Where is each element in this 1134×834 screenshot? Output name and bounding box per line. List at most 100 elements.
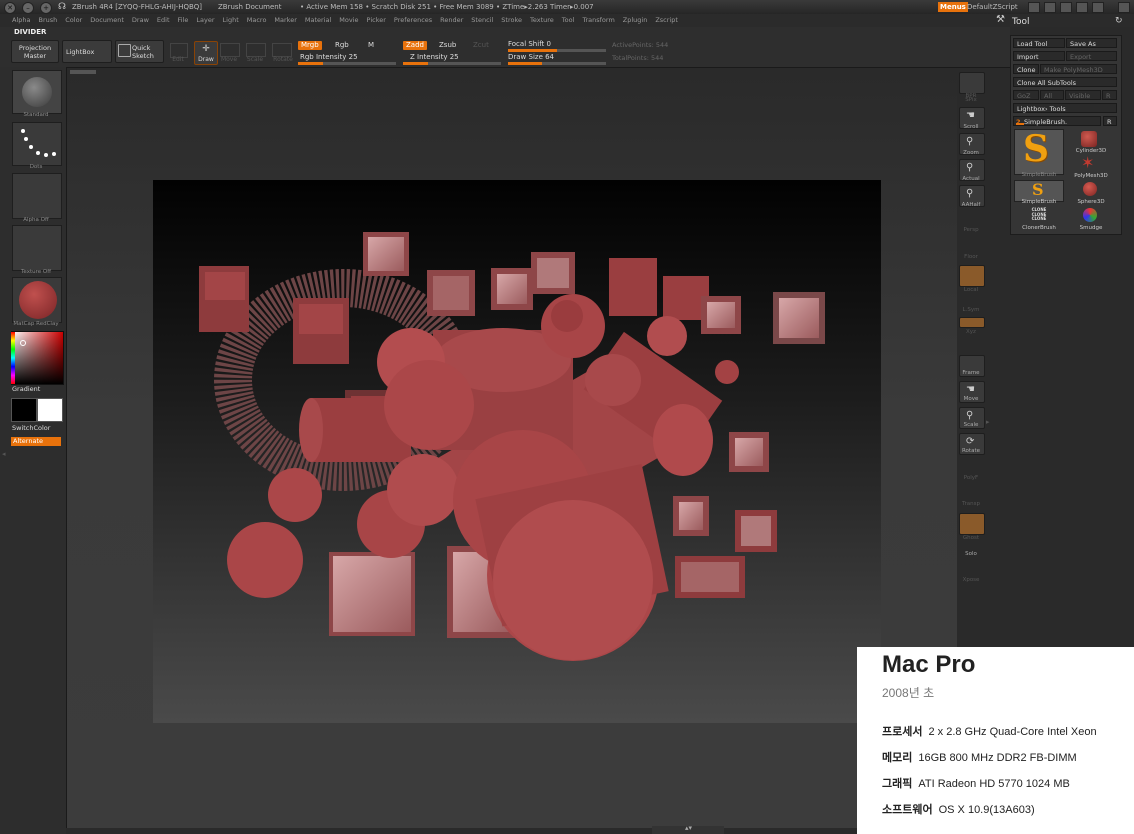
menu-render[interactable]: Render <box>440 16 463 24</box>
palette-icon[interactable] <box>1044 2 1056 13</box>
ghost-button[interactable] <box>959 513 985 535</box>
bpr-button[interactable] <box>959 72 985 94</box>
clonerbrush-icon[interactable]: CLONE CLONE CLONE <box>1027 207 1051 222</box>
mrgb-button[interactable]: Mrgb <box>298 41 322 50</box>
menu-light[interactable]: Light <box>223 16 239 24</box>
make-polymesh-button[interactable]: Make PolyMesh3D <box>1040 64 1117 74</box>
left-tray-toggle-icon[interactable]: ◂ <box>2 450 6 458</box>
menu-file[interactable]: File <box>178 16 189 24</box>
load-tool-button[interactable]: Load Tool <box>1013 38 1065 48</box>
zcut-button[interactable]: Zcut <box>470 41 492 50</box>
z-intensity-slider[interactable] <box>403 62 501 65</box>
projection-master-button[interactable]: Projection Master <box>11 40 59 63</box>
transp-label[interactable]: Transp <box>956 501 986 507</box>
tool-item-simplebrush-large[interactable]: S <box>1014 128 1064 175</box>
goz-r-button[interactable]: R <box>1102 90 1117 100</box>
lightbox-tools-button[interactable]: Lightbox› Tools <box>1013 103 1117 113</box>
visible-button[interactable]: Visible <box>1065 90 1101 100</box>
draw-button[interactable]: ✛ Draw <box>194 41 218 65</box>
rgb-button[interactable]: Rgb <box>332 41 352 50</box>
hue-strip[interactable] <box>11 332 15 384</box>
document-scroll-handle[interactable] <box>70 70 96 74</box>
default-zscript-button[interactable]: DefaultZScript <box>967 0 1018 14</box>
smudge-icon[interactable] <box>1083 208 1097 222</box>
persp-label[interactable]: Persp <box>956 227 986 233</box>
focal-shift-slider[interactable] <box>508 49 606 52</box>
rgb-intensity-slider[interactable] <box>298 62 396 65</box>
menu-macro[interactable]: Macro <box>247 16 267 24</box>
right-tray-toggle-icon[interactable]: ▸ <box>986 418 990 426</box>
menu-transform[interactable]: Transform <box>582 16 614 24</box>
bottom-tray-toggle[interactable]: ▴▾ <box>652 824 724 834</box>
secondary-color-swatch[interactable] <box>37 398 63 422</box>
color-picker[interactable] <box>11 331 64 385</box>
rotate-icon[interactable] <box>272 43 292 57</box>
alternate-button[interactable]: Alternate <box>11 437 61 446</box>
save-as-button[interactable]: Save As <box>1066 38 1117 48</box>
menu-material[interactable]: Material <box>305 16 331 24</box>
menu-document[interactable]: Document <box>90 16 124 24</box>
minimize-icon[interactable] <box>1076 2 1088 13</box>
floor-label[interactable]: Floor <box>956 254 986 260</box>
sphere3d-icon[interactable] <box>1083 182 1097 196</box>
zsub-button[interactable]: Zsub <box>436 41 459 50</box>
tool-palette-refresh-icon[interactable]: ↻ <box>1115 16 1123 26</box>
polymesh3d-icon[interactable]: ✶ <box>1081 155 1094 171</box>
menu-marker[interactable]: Marker <box>274 16 296 24</box>
help-icon[interactable] <box>1028 2 1040 13</box>
layout-icon[interactable] <box>1060 2 1072 13</box>
import-button[interactable]: Import <box>1013 51 1065 61</box>
menu-edit[interactable]: Edit <box>157 16 170 24</box>
move-icon[interactable] <box>220 43 240 57</box>
clone-button[interactable]: Clone <box>1013 64 1039 74</box>
xyz-button[interactable] <box>959 317 985 328</box>
menu-color[interactable]: Color <box>65 16 82 24</box>
goz-button[interactable]: GoZ <box>1013 90 1039 100</box>
gradient-label[interactable]: Gradient <box>12 385 60 393</box>
main-color-swatch[interactable] <box>11 398 37 422</box>
tool-palette-title[interactable]: Tool <box>1012 17 1029 27</box>
zbrush-canvas[interactable] <box>153 180 881 723</box>
menu-brush[interactable]: Brush <box>38 16 57 24</box>
menus-button[interactable]: Menus <box>938 2 968 12</box>
m-button[interactable]: M <box>365 41 377 50</box>
close-window-icon[interactable]: ✕ <box>4 2 16 14</box>
material-thumbnail[interactable] <box>12 277 62 323</box>
menu-movie[interactable]: Movie <box>339 16 358 24</box>
lock-icon[interactable] <box>1118 2 1130 13</box>
menu-texture[interactable]: Texture <box>530 16 554 24</box>
current-tool-slider[interactable]: 2 SimpleBrush. <box>1013 116 1101 126</box>
draw-size-slider[interactable] <box>508 62 606 65</box>
menu-alpha[interactable]: Alpha <box>12 16 30 24</box>
menu-stroke[interactable]: Stroke <box>501 16 522 24</box>
local-button[interactable] <box>959 265 985 287</box>
switchcolor-button[interactable]: SwitchColor <box>12 424 60 432</box>
cylinder3d-icon[interactable] <box>1081 131 1097 147</box>
all-button[interactable]: All <box>1040 90 1064 100</box>
texture-thumbnail[interactable] <box>12 225 62 271</box>
menu-tool[interactable]: Tool <box>562 16 575 24</box>
lightbox-button[interactable]: LightBox <box>62 40 112 63</box>
brush-thumbnail[interactable] <box>12 70 62 114</box>
menu-preferences[interactable]: Preferences <box>394 16 432 24</box>
xpose-label[interactable]: Xpose <box>956 577 986 583</box>
menu-zplugin[interactable]: Zplugin <box>623 16 648 24</box>
menu-draw[interactable]: Draw <box>132 16 149 24</box>
minimize-window-icon[interactable]: – <box>22 2 34 14</box>
menu-picker[interactable]: Picker <box>367 16 386 24</box>
maximize-icon[interactable] <box>1092 2 1104 13</box>
clone-all-subtools-button[interactable]: Clone All SubTools <box>1013 77 1117 87</box>
menu-stencil[interactable]: Stencil <box>471 16 493 24</box>
current-tool-r-button[interactable]: R <box>1103 116 1117 126</box>
zadd-button[interactable]: Zadd <box>403 41 427 50</box>
menu-zscript[interactable]: Zscript <box>655 16 678 24</box>
export-button[interactable]: Export <box>1066 51 1117 61</box>
scale-icon[interactable] <box>246 43 266 57</box>
alpha-thumbnail[interactable] <box>12 173 62 219</box>
menu-layer[interactable]: Layer <box>196 16 214 24</box>
maximize-window-icon[interactable]: + <box>40 2 52 14</box>
stroke-thumbnail[interactable] <box>12 122 62 166</box>
lsym-label[interactable]: L.Sym <box>956 307 986 313</box>
polyf-label[interactable]: PolyF <box>956 475 986 481</box>
solo-label[interactable]: Solo <box>956 551 986 557</box>
